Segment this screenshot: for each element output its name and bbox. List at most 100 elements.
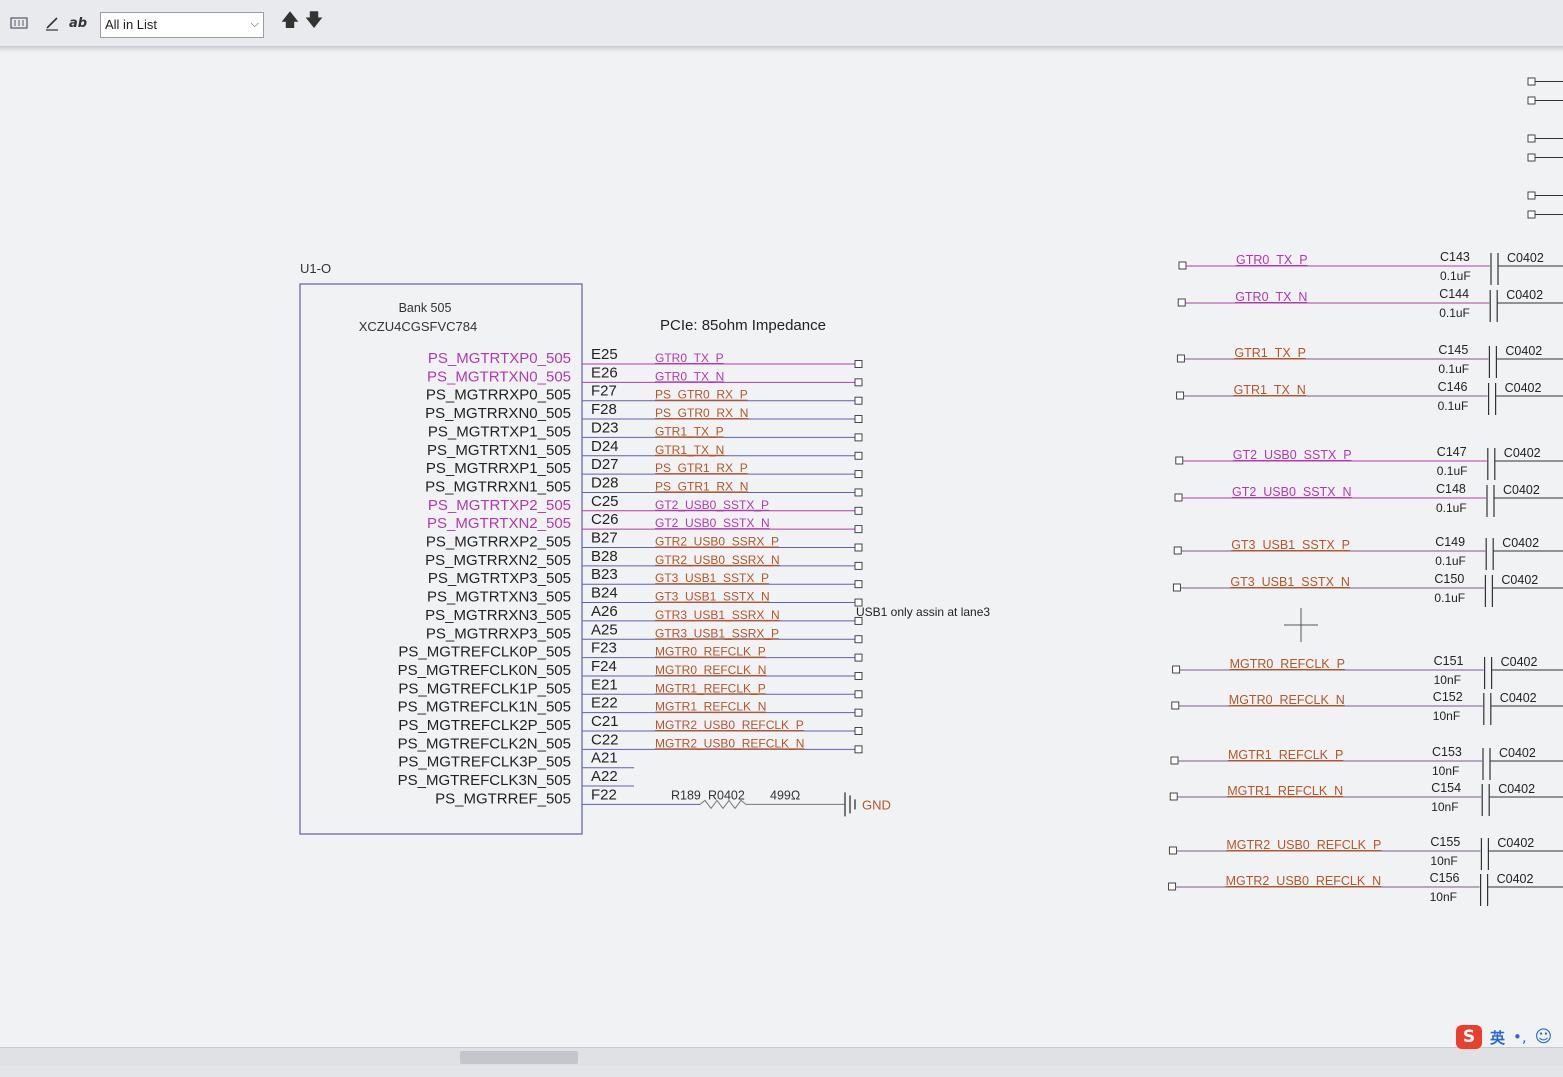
net-port-icon[interactable] — [854, 727, 863, 735]
capacitor-row[interactable]: MGTR2_USB0_REFCLK_P C155 10nF C0402 — [1168, 835, 1563, 870]
net-label[interactable]: GTR2_USB0_SSRX_P — [655, 535, 779, 549]
net-port-icon[interactable] — [1527, 96, 1536, 105]
net-label[interactable]: GT2_USB0_SSTX_N — [1232, 485, 1352, 499]
net-label[interactable]: MGTR1_REFCLK_P — [1228, 748, 1343, 762]
net-port-icon[interactable] — [854, 415, 863, 423]
capacitor-row[interactable]: GTR0_TX_P C143 0.1uF C0402 — [1178, 250, 1563, 285]
net-port-icon[interactable] — [1171, 701, 1180, 710]
ime-toolbar[interactable]: S 英 •, ☺ — [1456, 1022, 1560, 1052]
pin-row[interactable]: PS_MGTRRXP3_505 A25 GTR3_USB1_SSRX_P — [426, 621, 863, 644]
capacitor-row[interactable]: MGTR1_REFCLK_P C153 10nF C0402 — [1170, 745, 1563, 780]
net-label[interactable]: GTR0_TX_N — [1235, 290, 1307, 304]
net-label[interactable]: MGTR2_USB0_REFCLK_P — [655, 718, 804, 732]
resistor-r189[interactable]: R189 R0402 499Ω GND — [671, 788, 891, 817]
net-label[interactable]: GTR0_TX_N — [655, 369, 724, 383]
net-port-icon[interactable] — [1527, 153, 1536, 162]
ime-punctuation-toggle[interactable]: •, — [1513, 1028, 1527, 1046]
net-label[interactable]: GTR2_USB0_SSRX_N — [655, 553, 780, 567]
design-icon[interactable] — [8, 10, 30, 36]
net-label[interactable]: GT3_USB1_SSTX_P — [1231, 538, 1350, 552]
net-port-icon[interactable] — [854, 470, 863, 479]
pin-row[interactable]: PS_MGTRRXP0_505 F27 PS_GTR0_RX_P — [426, 383, 863, 405]
net-port-icon[interactable] — [854, 708, 863, 717]
pin-row[interactable]: PS_MGTREFCLK1N_505 E22 MGTR1_REFCLK_N — [398, 695, 863, 717]
pin-row[interactable]: PS_MGTREFCLK1P_505 E21 MGTR1_REFCLK_P — [398, 676, 863, 699]
net-label[interactable]: PS_GTR1_RX_N — [655, 479, 748, 493]
net-label[interactable]: MGTR1_REFCLK_P — [655, 681, 766, 695]
net-label[interactable]: MGTR0_REFCLK_P — [655, 645, 766, 659]
net-label[interactable]: MGTR2_USB0_REFCLK_P — [1226, 838, 1381, 852]
schematic-canvas[interactable]: U1-O Bank 505 XCZU4CGSFVC784 PCIe: 85ohm… — [0, 52, 1563, 1047]
pin-row[interactable]: PS_MGTREFCLK2N_505 C22 MGTR2_USB0_REFCLK_N — [398, 731, 863, 754]
net-port-icon[interactable] — [1175, 456, 1184, 465]
capacitor-row[interactable]: MGTR0_REFCLK_N C152 10nF C0402 — [1171, 690, 1563, 725]
net-port-icon[interactable] — [854, 653, 863, 662]
pin-row[interactable]: PS_MGTRTXP2_505 C25 GT2_USB0_SSTX_P — [428, 493, 863, 515]
net-label[interactable]: GT2_USB0_SSTX_P — [655, 498, 769, 512]
net-port-icon[interactable] — [854, 561, 863, 570]
net-port-icon[interactable] — [854, 525, 863, 534]
capacitor-row[interactable]: GT2_USB0_SSTX_N C148 0.1uF C0402 — [1174, 482, 1563, 517]
pencil-icon[interactable] — [42, 10, 64, 36]
net-label[interactable]: GTR0_TX_P — [655, 351, 724, 365]
capacitor-row[interactable]: GT2_USB0_SSTX_P C147 0.1uF C0402 — [1175, 445, 1563, 480]
capacitor-row[interactable]: MGTR0_REFCLK_P C151 10nF C0402 — [1172, 654, 1563, 689]
net-port-icon[interactable] — [1169, 792, 1178, 801]
net-label[interactable]: GTR1_TX_P — [655, 424, 724, 438]
net-port-icon[interactable] — [1172, 665, 1181, 674]
net-label[interactable]: PS_GTR1_RX_P — [655, 461, 748, 475]
ime-language-toggle[interactable]: 英 — [1490, 1027, 1505, 1048]
net-label[interactable]: MGTR2_USB0_REFCLK_N — [1226, 874, 1382, 888]
net-port-icon[interactable] — [1174, 493, 1183, 502]
net-label[interactable]: GTR1_TX_N — [1234, 383, 1306, 397]
net-label[interactable]: GTR3_USB1_SSRX_N — [655, 608, 780, 622]
net-label[interactable]: GT3_USB1_SSTX_N — [655, 590, 770, 604]
pin-row[interactable]: PS_MGTRRXP1_505 D27 PS_GTR1_RX_P — [426, 456, 863, 479]
net-port-icon[interactable] — [854, 690, 863, 699]
net-port-icon[interactable] — [1172, 583, 1181, 592]
net-port-icon[interactable] — [854, 506, 863, 515]
net-port-icon[interactable] — [854, 433, 863, 442]
net-port-icon[interactable] — [854, 360, 863, 368]
capacitor-row[interactable]: GT3_USB1_SSTX_P C149 0.1uF C0402 — [1173, 535, 1563, 570]
chevron-down-icon[interactable]: ⌵ — [251, 18, 259, 31]
scrollbar-thumb[interactable] — [460, 1051, 578, 1064]
net-label[interactable]: GTR1_TX_P — [1234, 346, 1306, 360]
net-label[interactable]: GTR1_TX_N — [655, 443, 724, 457]
pin-row[interactable]: PS_MGTRTXN2_505 C26 GT2_USB0_SSTX_N — [427, 511, 863, 534]
net-port-icon[interactable] — [1170, 756, 1179, 765]
net-label[interactable]: GT3_USB1_SSTX_N — [1230, 575, 1350, 589]
net-port-icon[interactable] — [854, 745, 863, 754]
pin-row[interactable]: PS_MGTRTXP1_505 D23 GTR1_TX_P — [428, 419, 863, 442]
net-port-icon[interactable] — [854, 488, 863, 497]
net-port-icon[interactable] — [1177, 298, 1186, 307]
capacitor-row[interactable]: GTR1_TX_P C145 0.1uF C0402 — [1176, 343, 1563, 378]
net-label[interactable]: GT2_USB0_SSTX_N — [655, 516, 770, 530]
ime-logo[interactable]: S — [1456, 1025, 1482, 1049]
net-port-icon[interactable] — [854, 451, 863, 460]
net-port-icon[interactable] — [1527, 134, 1536, 143]
arrow-up-icon[interactable]: 🡅 — [280, 10, 300, 36]
emoji-icon[interactable]: ☺ — [1535, 1027, 1553, 1047]
net-label[interactable]: PS_GTR0_RX_P — [655, 388, 748, 402]
arrow-down-icon[interactable]: 🡇 — [304, 10, 324, 36]
net-port-icon[interactable] — [1178, 261, 1187, 270]
net-port-icon[interactable] — [854, 396, 863, 405]
pin-row[interactable]: PS_MGTREFCLK0P_505 F23 MGTR0_REFCLK_P — [398, 640, 863, 662]
horizontal-scrollbar[interactable] — [0, 1047, 1563, 1066]
pin-row[interactable]: PS_MGTRTXP0_505 E25 GTR0_TX_P — [428, 346, 863, 368]
pin-row[interactable]: PS_MGTRTXN0_505 E26 GTR0_TX_N — [427, 364, 863, 387]
find-scope-select[interactable]: All in List ⌵ — [100, 12, 264, 38]
pin-row[interactable]: PS_MGTRTXP3_505 B23 GT3_USB1_SSTX_P — [428, 566, 863, 589]
net-label[interactable]: GTR3_USB1_SSRX_P — [655, 626, 779, 640]
net-port-icon[interactable] — [1527, 210, 1536, 219]
net-port-icon[interactable] — [1176, 354, 1185, 363]
pin-row[interactable]: PS_MGTRRXN2_505 B28 GTR2_USB0_SSRX_N — [425, 548, 863, 570]
net-port-icon[interactable] — [1527, 191, 1536, 200]
net-port-icon[interactable] — [854, 543, 863, 552]
pin-row[interactable]: PS_MGTRREF_505 F22 — [435, 786, 700, 807]
net-port-icon[interactable] — [854, 580, 863, 589]
net-label[interactable]: PS_GTR0_RX_N — [655, 406, 748, 420]
capacitor-row[interactable]: GTR0_TX_N C144 0.1uF C0402 — [1177, 287, 1563, 322]
net-label[interactable]: GT2_USB0_SSTX_P — [1233, 448, 1352, 462]
